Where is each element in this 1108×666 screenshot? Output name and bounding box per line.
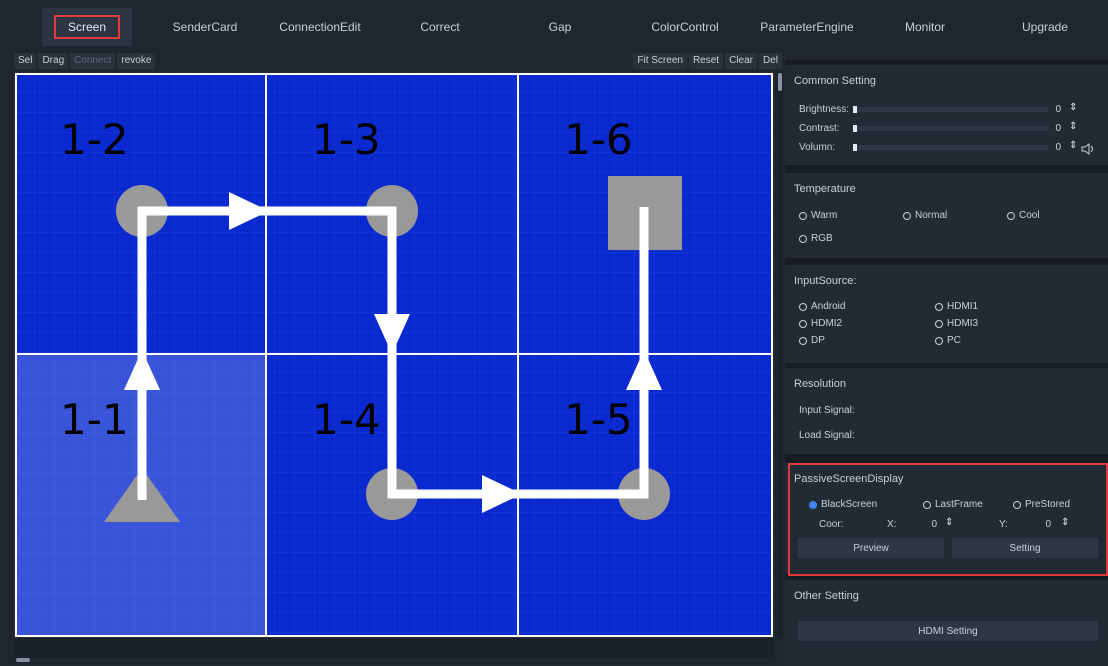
screen-canvas[interactable]: 1-2 1-3 1-6 1-1 1-4 1-5: [14, 72, 774, 638]
preview-button[interactable]: Preview: [798, 538, 944, 558]
slider-handle[interactable]: [853, 125, 857, 132]
brightness-label: Brightness:: [799, 104, 850, 115]
connect-button[interactable]: Connect: [70, 53, 116, 69]
section-title: Temperature: [794, 183, 856, 195]
panel-label-1-5: 1-5: [564, 395, 633, 444]
section-title: InputSource:: [794, 275, 857, 287]
fit-screen-button[interactable]: Fit Screen: [633, 53, 687, 69]
brightness-value[interactable]: 0: [1051, 104, 1061, 115]
speaker-icon[interactable]: [1081, 143, 1095, 155]
tab-screen[interactable]: Screen: [42, 8, 132, 46]
setting-button[interactable]: Setting: [952, 538, 1098, 558]
brightness-slider[interactable]: [853, 106, 1049, 113]
slider-handle[interactable]: [853, 106, 857, 113]
slider-handle[interactable]: [853, 144, 857, 151]
settings-panel: Common Setting Brightness: 0 ⇕ Contrast:…: [785, 60, 1108, 666]
radio-blackscreen[interactable]: BlackScreen: [809, 499, 877, 510]
input-signal-label: Input Signal:: [799, 405, 855, 416]
screen-layout-svg: 1-2 1-3 1-6 1-1 1-4 1-5: [15, 73, 773, 637]
del-button[interactable]: Del: [758, 53, 782, 69]
panel-label-1-3: 1-3: [312, 115, 381, 164]
radio-prestored[interactable]: PreStored: [1013, 499, 1070, 510]
radio-android[interactable]: Android: [799, 301, 845, 312]
volume-value[interactable]: 0: [1051, 142, 1061, 153]
tab-monitor[interactable]: Monitor: [890, 8, 960, 46]
tab-correct[interactable]: Correct: [400, 8, 480, 46]
x-label: X:: [887, 519, 897, 530]
common-setting-section: Common Setting Brightness: 0 ⇕ Contrast:…: [785, 65, 1108, 165]
hdmi-setting-button[interactable]: HDMI Setting: [798, 621, 1098, 641]
radio-hdmi3[interactable]: HDMI3: [935, 318, 978, 329]
drag-button[interactable]: Drag: [38, 53, 69, 69]
volume-slider[interactable]: [853, 144, 1049, 151]
passive-screen-display-section: PassiveScreenDisplay BlackScreen LastFra…: [785, 463, 1108, 574]
section-title: Other Setting: [794, 590, 859, 602]
volume-spin-icon[interactable]: ⇕: [1069, 140, 1077, 151]
load-signal-label: Load Signal:: [799, 430, 855, 441]
clear-button[interactable]: Clear: [725, 53, 757, 69]
y-spin-icon[interactable]: ⇕: [1061, 517, 1069, 528]
contrast-label: Contrast:: [799, 123, 840, 134]
panel-label-1-4: 1-4: [312, 395, 381, 444]
x-spin-icon[interactable]: ⇕: [945, 517, 953, 528]
vertical-scroll-thumb[interactable]: [778, 73, 782, 91]
coor-label: Coor:: [819, 519, 844, 530]
radio-lastframe[interactable]: LastFrame: [923, 499, 983, 510]
volume-label: Volumn:: [799, 142, 836, 153]
vertical-scrollbar[interactable]: [777, 72, 783, 638]
revoke-button[interactable]: revoke: [117, 53, 156, 69]
section-title: PassiveScreenDisplay: [794, 473, 904, 485]
radio-hdmi1[interactable]: HDMI1: [935, 301, 978, 312]
resolution-section: Resolution Input Signal: Load Signal:: [785, 368, 1108, 454]
top-nav: Screen SenderCard ConnectionEdit Correct…: [0, 8, 1108, 46]
tab-colorcontrol[interactable]: ColorControl: [640, 8, 730, 46]
tab-connectionedit[interactable]: ConnectionEdit: [270, 8, 370, 46]
sel-button[interactable]: Sel: [14, 53, 37, 69]
tab-parameterengine[interactable]: ParameterEngine: [752, 8, 862, 46]
radio-pc[interactable]: PC: [935, 335, 961, 346]
radio-warm[interactable]: Warm: [799, 210, 837, 221]
contrast-slider[interactable]: [853, 125, 1049, 132]
temperature-section: Temperature Warm Normal Cool RGB: [785, 173, 1108, 258]
tab-gap[interactable]: Gap: [530, 8, 590, 46]
panel-label-1-6: 1-6: [564, 115, 633, 164]
section-title: Common Setting: [794, 75, 876, 87]
contrast-value[interactable]: 0: [1051, 123, 1061, 134]
y-label: Y:: [999, 519, 1008, 530]
radio-normal[interactable]: Normal: [903, 210, 947, 221]
contrast-spin-icon[interactable]: ⇕: [1069, 121, 1077, 132]
horizontal-ruler: [14, 638, 774, 658]
panel-label-1-1: 1-1: [60, 395, 129, 444]
tab-sendercard[interactable]: SenderCard: [160, 8, 250, 46]
horizontal-scroll-thumb[interactable]: [16, 658, 30, 662]
panel-label-1-2: 1-2: [60, 115, 129, 164]
canvas-toolbar-right: Fit Screen Reset Clear Del: [633, 53, 782, 69]
radio-rgb[interactable]: RGB: [799, 233, 833, 244]
brightness-spin-icon[interactable]: ⇕: [1069, 102, 1077, 113]
radio-dp[interactable]: DP: [799, 335, 825, 346]
reset-button[interactable]: Reset: [688, 53, 724, 69]
y-value[interactable]: 0: [1041, 519, 1051, 530]
input-source-section: InputSource: Android HDMI1 HDMI2 HDMI3 D…: [785, 265, 1108, 363]
radio-hdmi2[interactable]: HDMI2: [799, 318, 842, 329]
other-setting-section: Other Setting HDMI Setting: [785, 580, 1108, 666]
radio-cool[interactable]: Cool: [1007, 210, 1040, 221]
x-value[interactable]: 0: [927, 519, 937, 530]
tab-upgrade[interactable]: Upgrade: [1010, 8, 1080, 46]
canvas-toolbar-left: Sel Drag Connect revoke: [14, 53, 156, 69]
section-title: Resolution: [794, 378, 846, 390]
